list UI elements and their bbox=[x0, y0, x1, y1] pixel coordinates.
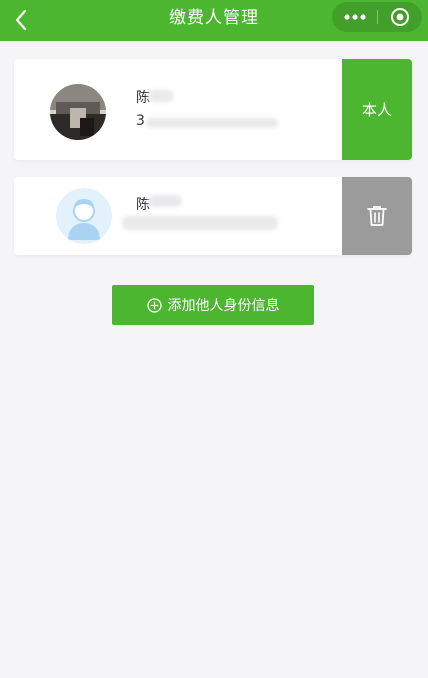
trash-icon bbox=[367, 206, 387, 226]
redacted-name bbox=[148, 90, 174, 102]
more-button[interactable] bbox=[332, 2, 377, 32]
self-tag-button[interactable]: 本人 bbox=[342, 59, 412, 160]
default-user-avatar bbox=[56, 188, 112, 244]
photo-avatar bbox=[50, 84, 106, 140]
plus-circle-icon bbox=[146, 297, 162, 313]
more-dots-icon bbox=[343, 14, 366, 20]
close-button[interactable] bbox=[378, 2, 422, 32]
delete-button[interactable] bbox=[342, 177, 412, 255]
mini-program-capsule bbox=[332, 2, 422, 32]
add-button-label: 添加他人身份信息 bbox=[167, 298, 280, 314]
payer-phone: 3 bbox=[136, 113, 145, 129]
redacted-phone bbox=[146, 118, 278, 128]
redacted-phone bbox=[122, 216, 278, 230]
target-circle-icon bbox=[391, 8, 409, 26]
payer-card-self[interactable]: 陈 3 本人 bbox=[14, 59, 412, 160]
add-other-identity-button[interactable]: 添加他人身份信息 bbox=[112, 285, 314, 325]
payer-card-other[interactable]: 陈 bbox=[14, 177, 412, 255]
navigation-bar: 缴费人管理 bbox=[0, 0, 428, 41]
redacted-name bbox=[148, 195, 182, 207]
